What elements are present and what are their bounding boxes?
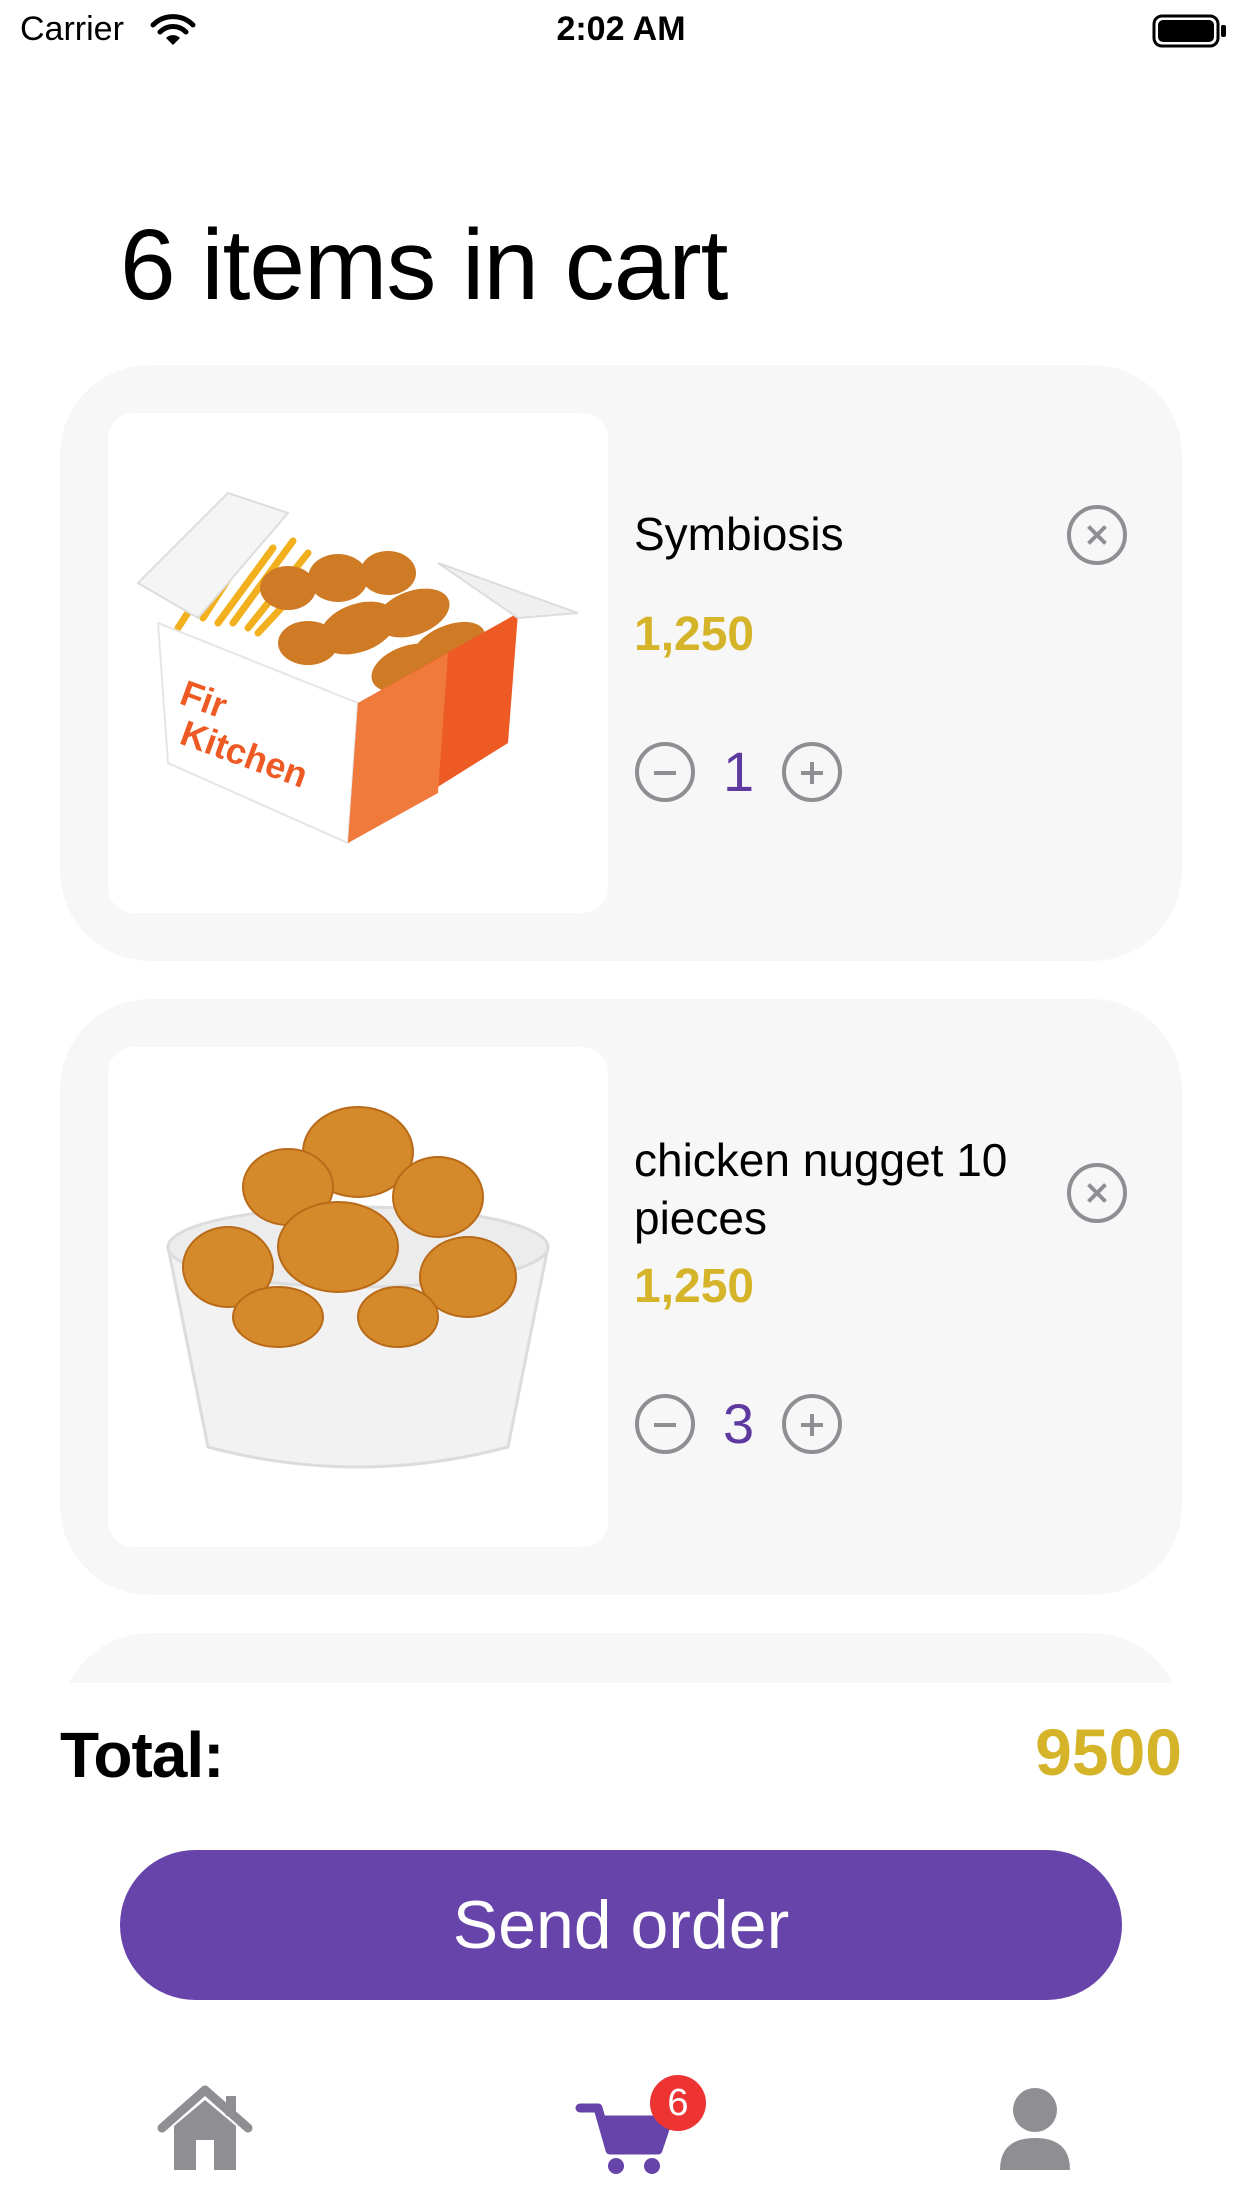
cart-list[interactable]: Fir Kitchen Symbiosis 1,250 1 chicken nu…: [0, 365, 1242, 1683]
total-value: 9500: [1035, 1715, 1182, 1789]
cart-count-badge: 6: [650, 2075, 706, 2131]
cart-screen: Carrier 2:02 AM 6 items in cart Fir Kitc…: [0, 0, 1242, 2208]
home-icon: [150, 2078, 260, 2178]
quantity-stepper: 3: [635, 1392, 843, 1455]
item-price: 1,250: [634, 1260, 755, 1313]
quantity-value: 1: [723, 740, 755, 803]
tab-profile[interactable]: [980, 2078, 1090, 2178]
cart-item: chicken nugget 10 pieces 1,250 3: [60, 999, 1182, 1595]
item-price: 1,250: [634, 608, 755, 661]
tab-bar: 6: [0, 2060, 1242, 2208]
product-image: Fir Kitchen: [108, 413, 608, 913]
item-name: Symbiosis: [634, 508, 844, 560]
increase-quantity-button[interactable]: [782, 742, 843, 802]
product-image: [108, 1047, 608, 1547]
tab-home[interactable]: [150, 2078, 260, 2178]
decrease-quantity-button[interactable]: [635, 742, 695, 802]
cart-item: [60, 1633, 1182, 1683]
remove-item-button[interactable]: [1067, 1163, 1127, 1223]
decrease-quantity-button[interactable]: [635, 1394, 695, 1454]
item-name: chicken nugget 10 pieces: [634, 1134, 1008, 1244]
increase-quantity-button[interactable]: [782, 1394, 843, 1454]
clock: 2:02 AM: [556, 10, 686, 48]
quantity-value: 3: [723, 1392, 755, 1455]
send-order-button[interactable]: Send order: [120, 1850, 1122, 2000]
quantity-stepper: 1: [635, 740, 843, 803]
cart-item: Fir Kitchen Symbiosis 1,250 1: [60, 365, 1182, 961]
remove-item-button[interactable]: [1067, 505, 1127, 565]
status-bar: Carrier 2:02 AM: [0, 0, 1242, 62]
battery-icon: [1152, 14, 1228, 48]
page-title: 6 items in cart: [120, 209, 728, 321]
person-icon: [980, 2078, 1090, 2178]
total-label: Total:: [60, 1719, 224, 1791]
